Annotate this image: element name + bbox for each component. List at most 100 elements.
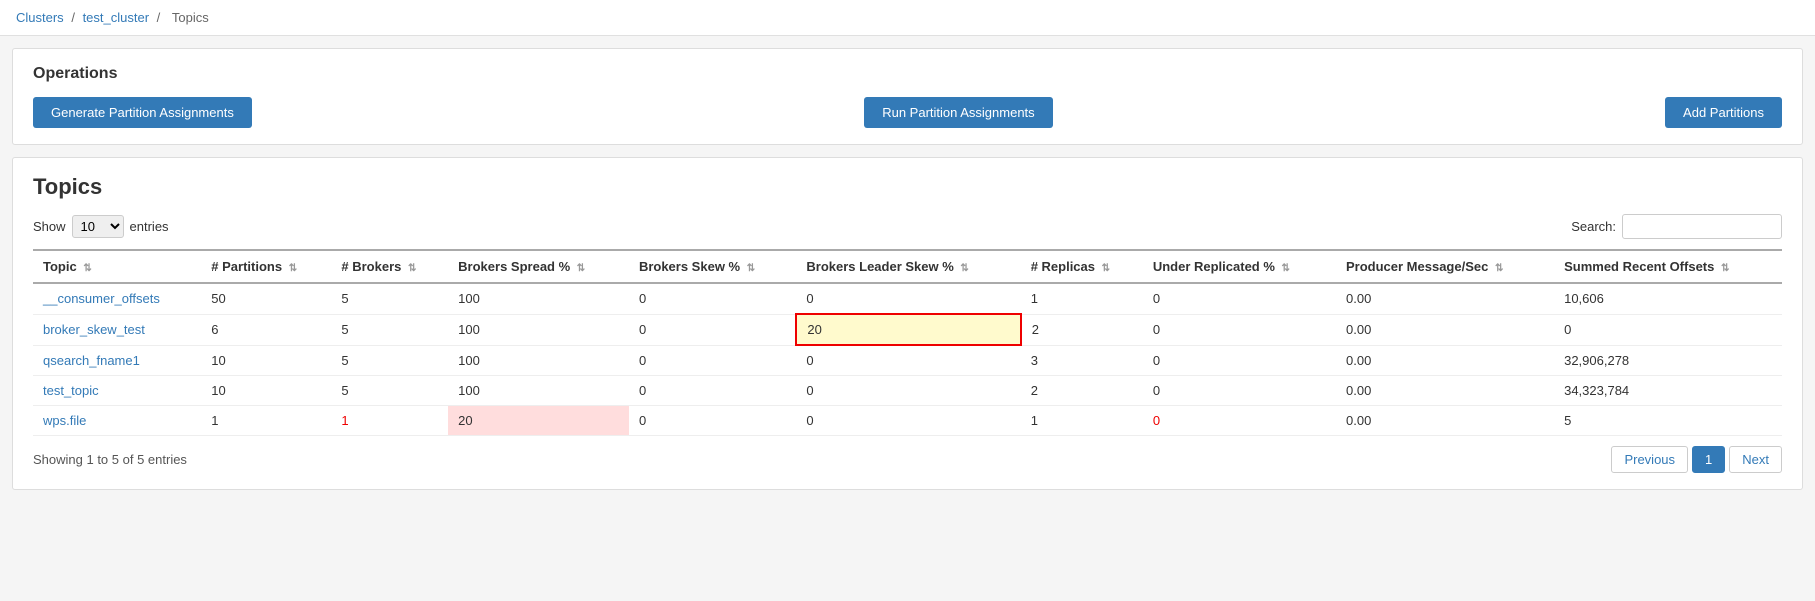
topic-link[interactable]: wps.file: [43, 413, 86, 428]
sort-icon-offsets: ⇅: [1721, 263, 1729, 274]
breadcrumb-cluster[interactable]: test_cluster: [83, 10, 149, 25]
cell-offsets: 32,906,278: [1554, 345, 1782, 376]
sort-icon-skew: ⇅: [747, 263, 755, 274]
footer-info: Showing 1 to 5 of 5 entries: [33, 452, 187, 467]
cell-replicas: 1: [1021, 406, 1143, 436]
cell-skew: 0: [629, 345, 796, 376]
cell-topic: broker_skew_test: [33, 314, 201, 345]
sort-icon-replicas: ⇅: [1102, 263, 1110, 274]
cell-producer: 0.00: [1336, 376, 1554, 406]
sort-icon-topic: ⇅: [83, 263, 91, 274]
entries-select[interactable]: 10 25 50 100: [72, 215, 124, 238]
cell-brokers: 5: [331, 345, 448, 376]
entries-label: entries: [130, 219, 169, 234]
cell-leader-skew: 20: [796, 314, 1020, 345]
cell-producer: 0.00: [1336, 314, 1554, 345]
operations-title: Operations: [33, 65, 1782, 83]
cell-under-rep: 0: [1143, 376, 1336, 406]
cell-partitions: 10: [201, 376, 331, 406]
cell-leader-skew: 0: [796, 406, 1020, 436]
col-brokers-skew[interactable]: Brokers Skew % ⇅: [629, 250, 796, 283]
col-summed-offsets[interactable]: Summed Recent Offsets ⇅: [1554, 250, 1782, 283]
sort-icon-leader-skew: ⇅: [960, 263, 968, 274]
previous-button[interactable]: Previous: [1611, 446, 1688, 473]
search-label: Search:: [1571, 219, 1616, 234]
table-row: test_topic 10 5 100 0 0 2 0 0.00 34,323,…: [33, 376, 1782, 406]
cell-spread: 20: [448, 406, 629, 436]
col-partitions[interactable]: # Partitions ⇅: [201, 250, 331, 283]
table-row: broker_skew_test 6 5 100 0 20 2 0 0.00 0: [33, 314, 1782, 345]
cell-skew: 0: [629, 314, 796, 345]
cell-partitions: 1: [201, 406, 331, 436]
cell-spread: 100: [448, 283, 629, 314]
cell-offsets: 5: [1554, 406, 1782, 436]
table-row: __consumer_offsets 50 5 100 0 0 1 0 0.00…: [33, 283, 1782, 314]
cell-replicas: 2: [1021, 376, 1143, 406]
breadcrumb-page: Topics: [172, 10, 209, 25]
cell-under-rep: 0: [1143, 314, 1336, 345]
search-box: Search:: [1571, 214, 1782, 239]
cell-leader-skew: 0: [796, 345, 1020, 376]
topic-link[interactable]: __consumer_offsets: [43, 291, 160, 306]
table-row: qsearch_fname1 10 5 100 0 0 3 0 0.00 32,…: [33, 345, 1782, 376]
cell-under-rep: 0: [1143, 406, 1336, 436]
table-footer: Showing 1 to 5 of 5 entries Previous 1 N…: [33, 446, 1782, 473]
table-header-row: Topic ⇅ # Partitions ⇅ # Brokers ⇅ Broke…: [33, 250, 1782, 283]
col-brokers-leader-skew[interactable]: Brokers Leader Skew % ⇅: [796, 250, 1020, 283]
cell-brokers: 5: [331, 314, 448, 345]
show-label: Show: [33, 219, 66, 234]
sort-icon-spread: ⇅: [577, 263, 585, 274]
col-producer-msg[interactable]: Producer Message/Sec ⇅: [1336, 250, 1554, 283]
cell-partitions: 10: [201, 345, 331, 376]
cell-leader-skew: 0: [796, 376, 1020, 406]
operations-buttons: Generate Partition Assignments Run Parti…: [33, 97, 1782, 128]
col-under-replicated[interactable]: Under Replicated % ⇅: [1143, 250, 1336, 283]
cell-spread: 100: [448, 345, 629, 376]
cell-topic: test_topic: [33, 376, 201, 406]
topics-title: Topics: [33, 174, 1782, 200]
page-1-button[interactable]: 1: [1692, 446, 1725, 473]
cell-under-rep: 0: [1143, 345, 1336, 376]
topics-table: Topic ⇅ # Partitions ⇅ # Brokers ⇅ Broke…: [33, 249, 1782, 436]
cell-brokers: 1: [331, 406, 448, 436]
cell-leader-skew: 0: [796, 283, 1020, 314]
show-entries: Show 10 25 50 100 entries: [33, 215, 169, 238]
next-button[interactable]: Next: [1729, 446, 1782, 473]
topic-link[interactable]: qsearch_fname1: [43, 353, 140, 368]
cell-replicas: 3: [1021, 345, 1143, 376]
cell-topic: wps.file: [33, 406, 201, 436]
cell-partitions: 50: [201, 283, 331, 314]
cell-producer: 0.00: [1336, 283, 1554, 314]
cell-replicas: 2: [1021, 314, 1143, 345]
cell-offsets: 10,606: [1554, 283, 1782, 314]
cell-spread: 100: [448, 376, 629, 406]
breadcrumb: Clusters / test_cluster / Topics: [0, 0, 1815, 36]
table-controls: Show 10 25 50 100 entries Search:: [33, 214, 1782, 239]
cell-skew: 0: [629, 283, 796, 314]
breadcrumb-clusters[interactable]: Clusters: [16, 10, 64, 25]
generate-partition-btn[interactable]: Generate Partition Assignments: [33, 97, 252, 128]
col-brokers[interactable]: # Brokers ⇅: [331, 250, 448, 283]
cell-under-rep: 0: [1143, 283, 1336, 314]
sort-icon-under-rep: ⇅: [1282, 263, 1290, 274]
topic-link[interactable]: test_topic: [43, 383, 99, 398]
sort-icon-partitions: ⇅: [289, 263, 297, 274]
cell-offsets: 0: [1554, 314, 1782, 345]
topic-link[interactable]: broker_skew_test: [43, 322, 145, 337]
cell-topic: qsearch_fname1: [33, 345, 201, 376]
cell-topic: __consumer_offsets: [33, 283, 201, 314]
pagination: Previous 1 Next: [1611, 446, 1782, 473]
col-topic[interactable]: Topic ⇅: [33, 250, 201, 283]
run-partition-btn[interactable]: Run Partition Assignments: [864, 97, 1052, 128]
search-input[interactable]: [1622, 214, 1782, 239]
cell-producer: 0.00: [1336, 345, 1554, 376]
col-brokers-spread[interactable]: Brokers Spread % ⇅: [448, 250, 629, 283]
sort-icon-brokers: ⇅: [408, 263, 416, 274]
table-row: wps.file 1 1 20 0 0 1 0 0.00 5: [33, 406, 1782, 436]
cell-brokers: 5: [331, 283, 448, 314]
col-replicas[interactable]: # Replicas ⇅: [1021, 250, 1143, 283]
add-partitions-btn[interactable]: Add Partitions: [1665, 97, 1782, 128]
cell-spread: 100: [448, 314, 629, 345]
cell-replicas: 1: [1021, 283, 1143, 314]
cell-brokers: 5: [331, 376, 448, 406]
